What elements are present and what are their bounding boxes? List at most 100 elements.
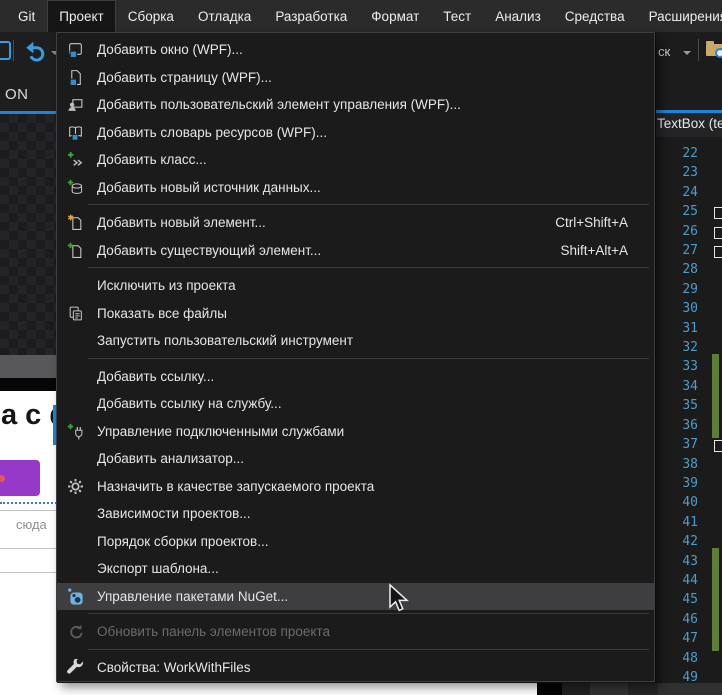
menubar-item-debug[interactable]: Отладка — [186, 0, 263, 32]
menu-item-label: Добавить анализатор... — [97, 451, 245, 467]
line-number: 49 — [682, 669, 698, 683]
menu-item-label: Запустить пользовательский инструмент — [97, 333, 354, 349]
designer-purple-button[interactable] — [0, 460, 40, 496]
menu-item-properties-workwithfiles[interactable]: Свойства: WorkWithFiles — [57, 654, 654, 682]
menu-item-label: Порядок сборки проектов... — [97, 533, 269, 549]
line-number: 28 — [682, 262, 698, 278]
menu-item-manage-connected-services[interactable]: Управление подключенными службами — [57, 418, 654, 446]
menu-item-shortcut: Ctrl+Shift+A — [555, 215, 628, 231]
menu-item-label: Управление подключенными службами — [97, 423, 345, 439]
run-dropdown-arrow-icon[interactable] — [683, 51, 691, 55]
menu-item-export-template[interactable]: Экспорт шаблона... — [57, 555, 654, 583]
add-datasource-icon — [66, 179, 84, 196]
code-glyph-fragment — [714, 207, 722, 220]
line-number: 36 — [682, 417, 698, 433]
menu-item-label: Обновить панель элементов проекта — [97, 624, 330, 640]
line-number: 46 — [682, 611, 698, 627]
panel-tab-label-fragment[interactable]: ON — [5, 86, 29, 103]
line-number: 33 — [682, 359, 698, 375]
menu-separator — [88, 613, 649, 614]
menubar-item-project[interactable]: Проект — [47, 0, 116, 32]
code-glyph-fragment — [714, 226, 722, 239]
menubar-item-test[interactable]: Тест — [431, 0, 483, 32]
line-number: 22 — [682, 146, 698, 161]
menubar-item-design[interactable]: Разработка — [263, 0, 359, 32]
line-number: 31 — [682, 320, 698, 336]
add-new-item-icon — [66, 214, 84, 231]
scrollbar-segment — [658, 683, 722, 695]
menu-item-label: Зависимости проектов... — [97, 506, 251, 522]
menu-item-add-resource-dictionary-wpf[interactable]: Добавить словарь ресурсов (WPF)... — [57, 119, 654, 147]
code-glyph-fragment — [714, 246, 722, 258]
line-number: 24 — [682, 184, 698, 200]
menu-item-label: Добавить новый элемент... — [97, 215, 266, 231]
mouse-cursor — [388, 583, 410, 618]
undo-icon[interactable] — [21, 37, 48, 69]
menu-item-add-window-wpf[interactable]: Добавить окно (WPF)... — [57, 36, 654, 64]
designer-heading-text-fragment: а с ф — [1, 399, 57, 431]
line-numbers: 22 23 24 25 26 27 28 29 30 31 32 33 34 35 36 37 38 39 40 41… — [656, 144, 698, 683]
menu-item-show-all-files[interactable]: Показать все файлы — [57, 300, 654, 328]
menu-item-add-new-item[interactable]: Добавить новый элемент... Ctrl+Shift+A — [57, 209, 654, 237]
line-number: 26 — [682, 223, 698, 239]
menu-item-project-build-order[interactable]: Порядок сборки проектов... — [57, 528, 654, 556]
menubar-item-git[interactable]: Git — [6, 0, 47, 32]
menu-item-manage-nuget-packages[interactable]: Управление пакетами NuGet... — [57, 582, 654, 610]
code-glyph-fragment — [714, 440, 722, 452]
no-icon — [66, 395, 84, 412]
menu-item-exclude-from-project[interactable]: Исключить из проекта — [57, 272, 654, 300]
add-class-icon — [66, 151, 84, 168]
line-number: 44 — [682, 572, 698, 588]
menu-separator — [88, 648, 649, 650]
main-menubar: Git Проект Сборка Отладка Разработка Формат Те… — [0, 0, 722, 32]
line-number: 48 — [682, 650, 698, 666]
menu-item-project-dependencies[interactable]: Зависимости проектов... — [57, 500, 654, 528]
designer-window-titlebar — [0, 378, 57, 391]
line-number: 45 — [682, 592, 698, 608]
bottom-scrollbar-strip[interactable] — [57, 683, 722, 695]
menu-item-label: Экспорт шаблона... — [97, 561, 219, 577]
toolbar-separator — [698, 39, 699, 61]
menu-item-add-page-wpf[interactable]: Добавить страницу (WPF)... — [57, 64, 654, 92]
menu-separator — [88, 267, 649, 268]
no-icon — [66, 560, 84, 577]
line-number: 25 — [682, 204, 698, 220]
designer-row-divider — [0, 572, 57, 573]
line-number: 40 — [682, 495, 698, 511]
menubar-item-tools[interactable]: Средства — [553, 0, 637, 32]
menubar-item-analyze[interactable]: Анализ — [483, 0, 553, 32]
scrollbar-segment — [57, 683, 537, 695]
menu-item-add-new-data-source[interactable]: Добавить новый источник данных... — [57, 174, 654, 202]
menubar-item-extensions[interactable]: Расширения — [637, 0, 722, 32]
designer-artboard-background — [0, 114, 57, 355]
folder-search-icon[interactable] — [706, 41, 722, 58]
menubar-item-format[interactable]: Формат — [359, 0, 431, 32]
menu-item-add-reference[interactable]: Добавить ссылку... — [57, 363, 654, 391]
menu-item-run-custom-tool[interactable]: Запустить пользовательский инструмент — [57, 327, 654, 355]
menu-item-label: Добавить ссылку... — [97, 368, 215, 384]
line-number: 37 — [682, 437, 698, 453]
editor-pane-fragment: ск TextBox (te 22 23 24 25 26 27 28 29 30 31 32 33 3… — [655, 32, 722, 683]
menu-item-label: Показать все файлы — [97, 305, 227, 321]
toolbar-partial-icon[interactable] — [0, 41, 11, 60]
menu-item-add-service-reference[interactable]: Добавить ссылку на службу... — [57, 390, 654, 418]
intellisense-popup-fragment: TextBox (te — [656, 113, 722, 137]
menu-item-add-class[interactable]: Добавить класс... — [57, 146, 654, 174]
menubar-item-build[interactable]: Сборка — [116, 0, 186, 32]
line-number: 35 — [682, 398, 698, 414]
designer-textbox-placeholder-fragment[interactable]: сюда — [16, 517, 47, 532]
menu-item-refresh-project-toolbox-items: Обновить панель элементов проекта — [57, 618, 654, 646]
run-dropdown-label-fragment[interactable]: ск — [658, 44, 670, 59]
line-number: 32 — [682, 340, 698, 356]
menu-item-set-as-startup-project[interactable]: Назначить в качестве запускаемого проект… — [57, 473, 654, 501]
line-number: 29 — [682, 281, 698, 297]
menu-item-add-usercontrol-wpf[interactable]: Добавить пользовательский элемент управл… — [57, 91, 654, 119]
properties-wrench-icon — [66, 658, 84, 676]
designer-row-divider — [0, 548, 57, 549]
menu-item-label: Управление пакетами NuGet... — [97, 588, 289, 604]
line-number: 42 — [682, 534, 698, 550]
menu-separator — [88, 204, 649, 205]
toolbar-separator — [13, 40, 14, 61]
menu-item-add-analyzer[interactable]: Добавить анализатор... — [57, 445, 654, 473]
menu-item-add-existing-item[interactable]: Добавить существующий элемент... Shift+Al… — [57, 237, 654, 265]
